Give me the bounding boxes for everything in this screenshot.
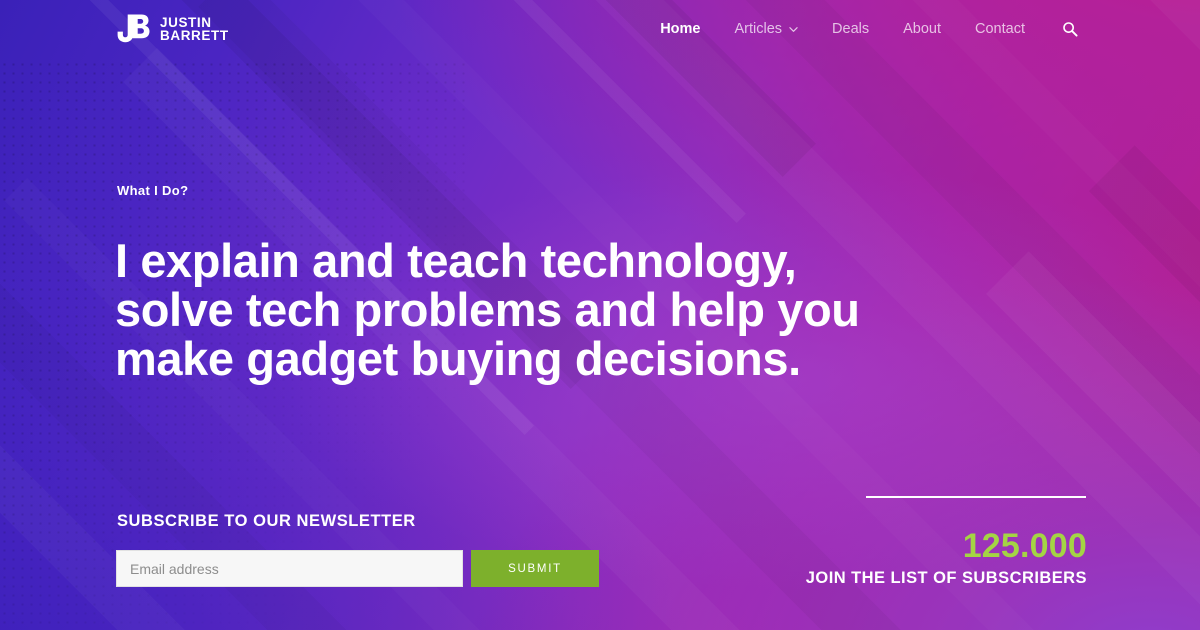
email-input[interactable] (116, 550, 463, 587)
search-button[interactable] (1042, 21, 1088, 37)
newsletter-title: SUBSCRIBE TO OUR NEWSLETTER (117, 512, 416, 530)
logo-line-2: BARRETT (160, 28, 229, 43)
hero-headline: I explain and teach technology, solve te… (115, 236, 945, 383)
nav-label-deals: Deals (832, 21, 870, 37)
jb-monogram-icon (117, 14, 150, 43)
nav-label-contact: Contact (975, 21, 1025, 37)
newsletter-form: SUBMIT (116, 550, 599, 587)
headline-line-3: make gadget buying decisions. (115, 332, 801, 385)
nav-item-articles[interactable]: Articles (717, 15, 815, 43)
hero-eyebrow: What I Do? (117, 183, 189, 198)
nav-label-about: About (903, 21, 942, 37)
nav-label-home: Home (660, 21, 701, 37)
submit-button[interactable]: SUBMIT (471, 550, 599, 587)
logo-wordmark: JUSTIN BARRETT (160, 14, 229, 43)
search-icon (1063, 22, 1078, 37)
logo-line-1: JUSTIN (160, 14, 212, 30)
chevron-down-icon (789, 26, 798, 32)
subscribers-count: 125.000 (962, 527, 1087, 565)
nav-label-articles: Articles (734, 21, 783, 37)
nav-item-contact[interactable]: Contact (958, 15, 1042, 43)
nav-item-home[interactable]: Home (643, 15, 717, 43)
subscribers-divider (866, 496, 1086, 498)
site-header: JUSTIN BARRETT Home Articles Deals About… (0, 0, 1200, 58)
headline-line-2: solve tech problems and help you (115, 283, 860, 336)
nav-item-deals[interactable]: Deals (815, 15, 886, 43)
nav-item-about[interactable]: About (886, 15, 958, 43)
page-content: JUSTIN BARRETT Home Articles Deals About… (0, 0, 1200, 630)
headline-line-1: I explain and teach technology, (115, 234, 797, 287)
site-logo[interactable]: JUSTIN BARRETT (116, 13, 229, 45)
subscribers-label: JOIN THE LIST OF SUBSCRIBERS (805, 569, 1087, 587)
main-navigation: Home Articles Deals About Contact (643, 15, 1088, 43)
hero-banner: JUSTIN BARRETT Home Articles Deals About… (0, 0, 1200, 630)
